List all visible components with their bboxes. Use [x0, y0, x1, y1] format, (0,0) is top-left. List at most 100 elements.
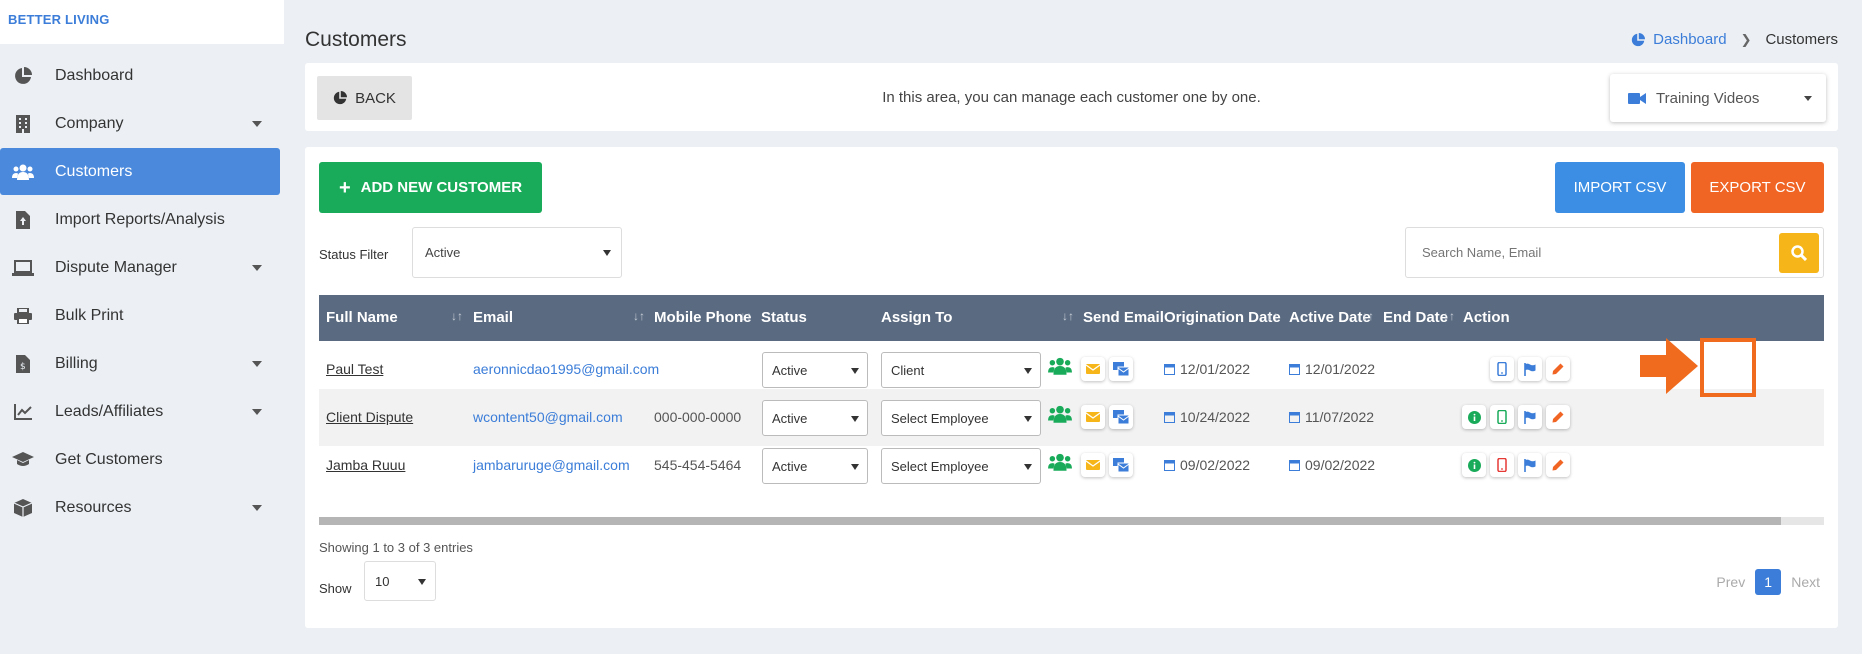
status-select[interactable]: Active: [762, 352, 868, 388]
scrollbar-thumb[interactable]: [319, 517, 1781, 525]
envelope-icon[interactable]: [1081, 405, 1105, 429]
pencil-icon[interactable]: [1546, 405, 1570, 429]
sidebar-item-import-reports[interactable]: Import Reports/Analysis: [0, 196, 280, 243]
add-new-customer-label: ADD NEW CUSTOMER: [360, 179, 523, 196]
horizontal-scrollbar[interactable]: [319, 517, 1824, 525]
sidebar-nav: Dashboard Company Customers Import Repor…: [0, 52, 284, 531]
assign-to-select[interactable]: Select Employee: [881, 448, 1041, 484]
search-button[interactable]: [1779, 233, 1819, 273]
pencil-icon[interactable]: [1546, 357, 1570, 381]
active-date: 09/02/2022: [1289, 457, 1375, 473]
info-bar: BACK In this area, you can manage each c…: [305, 63, 1838, 131]
envelope-icon[interactable]: [1081, 357, 1105, 381]
page-size-select[interactable]: 10: [364, 561, 436, 601]
column-end-date[interactable]: End Date: [1383, 309, 1448, 326]
export-csv-button[interactable]: EXPORT CSV: [1691, 162, 1824, 213]
assign-to-select[interactable]: Client: [881, 352, 1041, 388]
flag-icon[interactable]: [1518, 357, 1542, 381]
graduation-cap-icon: [12, 451, 34, 469]
add-new-customer-button[interactable]: + ADD NEW CUSTOMER: [319, 162, 542, 213]
users-group-icon[interactable]: [1048, 405, 1072, 428]
mobile-phone-icon[interactable]: [1490, 357, 1514, 381]
status-select-value: Active: [772, 362, 808, 378]
entries-info: Showing 1 to 3 of 3 entries: [319, 540, 473, 555]
sort-icon[interactable]: ↓↑: [1062, 309, 1074, 323]
prev-page-button[interactable]: Prev: [1716, 574, 1745, 590]
info-icon[interactable]: [1462, 405, 1486, 429]
sidebar-item-label: Company: [55, 114, 124, 132]
status-select[interactable]: Active: [762, 448, 868, 484]
column-email[interactable]: Email: [473, 309, 513, 326]
column-status[interactable]: Status: [761, 309, 807, 326]
column-send-email[interactable]: Send Email: [1083, 309, 1164, 326]
dropdown-arrow-icon: [1024, 464, 1032, 470]
envelope-icon[interactable]: [1081, 453, 1105, 477]
sidebar-item-company[interactable]: Company: [0, 100, 280, 147]
flag-icon[interactable]: [1518, 453, 1542, 477]
mobile-phone-icon[interactable]: [1490, 453, 1514, 477]
sidebar-item-dashboard[interactable]: Dashboard: [0, 52, 280, 99]
training-videos-dropdown[interactable]: Training Videos: [1610, 74, 1826, 122]
sidebar-item-customers[interactable]: Customers: [0, 148, 280, 195]
chevron-down-icon: [252, 409, 262, 415]
customer-name-link[interactable]: Paul Test: [326, 361, 383, 377]
import-csv-button[interactable]: IMPORT CSV: [1555, 162, 1685, 213]
users-group-icon[interactable]: [1048, 453, 1072, 476]
page-size-value: 10: [375, 573, 390, 589]
sort-icon[interactable]: ↓↑: [633, 309, 645, 323]
chevron-down-icon: [252, 361, 262, 367]
status-select[interactable]: Active: [762, 400, 868, 436]
column-mobile-phone[interactable]: Mobile Phone: [654, 309, 752, 326]
status-filter-value: Active: [425, 245, 461, 260]
active-date: 11/07/2022: [1289, 409, 1374, 425]
calendar-icon: [1164, 460, 1175, 471]
dropdown-arrow-icon: [418, 579, 426, 585]
calendar-icon: [1164, 364, 1175, 375]
mail-bulk-icon[interactable]: [1109, 357, 1133, 381]
mail-bulk-icon[interactable]: [1109, 405, 1133, 429]
column-origination-date[interactable]: Origination Date: [1164, 309, 1281, 326]
sidebar-item-billing[interactable]: $ Billing: [0, 340, 280, 387]
search-input[interactable]: [1406, 228, 1766, 277]
customer-name-link[interactable]: Client Dispute: [326, 409, 413, 425]
pagination: Prev 1 Next: [1716, 569, 1820, 595]
customer-email-link[interactable]: jambaruruge@gmail.com: [473, 457, 630, 473]
sidebar-item-leads-affiliates[interactable]: Leads/Affiliates: [0, 388, 280, 435]
sort-icon[interactable]: ↓↑: [1443, 309, 1455, 323]
calendar-icon: [1164, 412, 1175, 423]
pencil-icon[interactable]: [1546, 453, 1570, 477]
status-filter-select[interactable]: Active: [412, 227, 622, 278]
users-group-icon[interactable]: [1048, 357, 1072, 380]
assign-to-value: Select Employee: [891, 458, 989, 474]
customer-email-link[interactable]: wcontent50@gmail.com: [473, 409, 623, 425]
status-select-value: Active: [772, 458, 808, 474]
column-full-name[interactable]: Full Name: [326, 309, 398, 326]
customer-email-link[interactable]: aeronnicdao1995@gmail.com: [473, 361, 659, 377]
printer-icon: [12, 307, 34, 325]
next-page-button[interactable]: Next: [1791, 574, 1820, 590]
sort-icon[interactable]: ↓↑: [740, 309, 752, 323]
sort-icon[interactable]: ↓↑: [1362, 309, 1374, 323]
building-icon: [12, 114, 34, 133]
brand-logo[interactable]: BETTER LIVING: [0, 0, 284, 44]
flag-icon[interactable]: [1518, 405, 1542, 429]
pie-chart-icon: [1632, 32, 1646, 46]
table-row: Jamba Ruuu jambaruruge@gmail.com 545-454…: [319, 437, 1824, 494]
breadcrumb-dashboard-link[interactable]: Dashboard: [1631, 31, 1727, 48]
sidebar-item-resources[interactable]: Resources: [0, 484, 280, 531]
mail-bulk-icon[interactable]: [1109, 453, 1133, 477]
column-assign-to[interactable]: Assign To: [881, 309, 952, 326]
customer-name-link[interactable]: Jamba Ruuu: [326, 457, 405, 473]
dropdown-arrow-icon: [851, 416, 859, 422]
sort-icon[interactable]: ↓↑: [451, 309, 463, 323]
column-active-date[interactable]: Active Date: [1289, 309, 1371, 326]
sidebar-item-bulk-print[interactable]: Bulk Print: [0, 292, 280, 339]
sidebar-item-get-customers[interactable]: Get Customers: [0, 436, 280, 483]
page-1-button[interactable]: 1: [1755, 569, 1782, 595]
mobile-phone-icon[interactable]: [1490, 405, 1514, 429]
sidebar-item-dispute-manager[interactable]: Dispute Manager: [0, 244, 280, 291]
assign-to-select[interactable]: Select Employee: [881, 400, 1041, 436]
sort-icon[interactable]: ↓↑: [1267, 309, 1279, 323]
breadcrumb: Dashboard ❯ Customers: [1631, 31, 1838, 48]
info-icon[interactable]: [1462, 453, 1486, 477]
